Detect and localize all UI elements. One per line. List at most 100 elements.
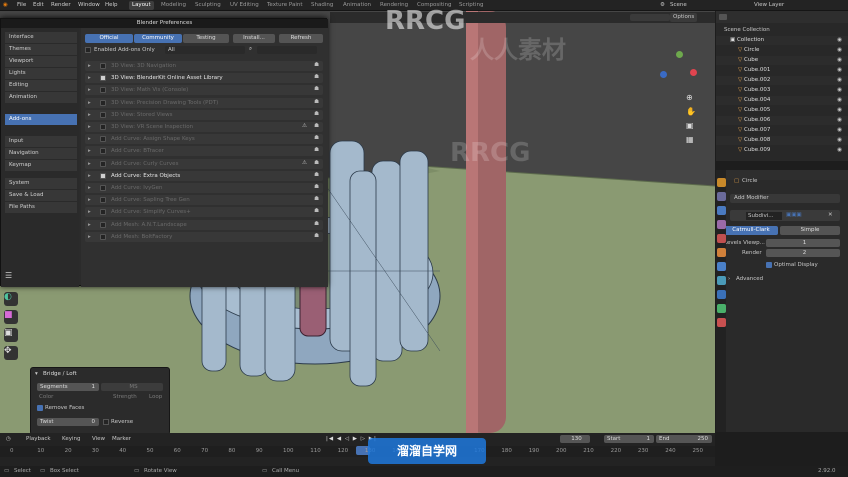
object-name[interactable]: Circle (742, 178, 757, 184)
addon-enable-checkbox[interactable] (100, 136, 106, 143)
end-frame-field[interactable]: End 250 (656, 435, 712, 443)
view-menu[interactable]: View (92, 436, 105, 442)
expand-triangle-icon[interactable]: ▸ (88, 222, 91, 228)
sidebar-item-file-paths[interactable]: File Paths (5, 202, 77, 213)
expand-triangle-icon[interactable]: ▸ (88, 100, 91, 106)
outliner-item[interactable]: ▽ Cube.004 ◉ (716, 96, 848, 105)
addon-enable-checkbox[interactable] (100, 209, 106, 216)
addon-enable-checkbox[interactable] (100, 111, 106, 118)
sidebar-item-addons[interactable]: Add-ons (5, 114, 77, 125)
visibility-icon[interactable]: ◉ (837, 146, 842, 155)
addon-enable-checkbox[interactable] (100, 124, 106, 130)
menu-render[interactable]: Render (51, 2, 71, 8)
output-tab-icon[interactable] (717, 206, 726, 215)
visibility-icon[interactable]: ◉ (837, 96, 842, 105)
scene-tab-icon[interactable] (717, 234, 726, 243)
outliner-item[interactable]: ▽ Cube.008 ◉ (716, 136, 848, 145)
tab-testing[interactable]: Testing (183, 34, 229, 43)
current-frame-field[interactable]: 130 (560, 435, 590, 443)
tab-shading[interactable]: Shading (308, 1, 336, 10)
menu-help[interactable]: Help (105, 2, 118, 8)
sidebar-item-system[interactable]: System (5, 178, 77, 189)
tab-official[interactable]: Official (85, 34, 133, 43)
category-filter[interactable]: All (165, 46, 245, 54)
outliner-item[interactable]: ▣ Collection ◉ (716, 36, 848, 45)
navigation-gizmo[interactable] (658, 51, 698, 91)
outliner-item[interactable]: ▽ Cube ◉ (716, 56, 848, 65)
addon-row[interactable]: ▸ Add Mesh: BoltFactory ☗ (85, 231, 323, 242)
modifier-toggle-icons[interactable]: ▣▣▣ (786, 212, 802, 218)
expand-triangle-icon[interactable]: ▸ (88, 75, 91, 81)
expand-triangle-icon[interactable]: ▸ (88, 124, 91, 130)
addon-row[interactable]: ▸ Add Curve: Curly Curves ⚠ ☗ (85, 158, 323, 169)
visibility-icon[interactable]: ◉ (837, 66, 842, 75)
visibility-icon[interactable]: ◉ (837, 86, 842, 95)
annotate-tool-icon[interactable]: ◐ (4, 292, 18, 306)
add-modifier-button[interactable]: Add Modifier (730, 194, 840, 203)
modifier-close-icon[interactable]: ✕ (828, 212, 833, 218)
sidebar-item-themes[interactable]: Themes (5, 44, 77, 55)
options-button[interactable]: Options (670, 13, 698, 22)
sidebar-item-lights[interactable]: Lights (5, 68, 77, 79)
outliner-item[interactable]: ▽ Cube.002 ◉ (716, 76, 848, 85)
expand-triangle-icon[interactable]: ▸ (88, 136, 91, 142)
addon-enable-checkbox[interactable] (100, 160, 106, 167)
timeline-editor-icon[interactable]: ◷ (6, 436, 11, 442)
menu-edit[interactable]: Edit (33, 2, 44, 8)
addon-row[interactable]: ▸ Add Curve: Sapling Tree Gen ☗ (85, 195, 323, 206)
search-icon[interactable]: ⌕ (249, 46, 252, 53)
blender-logo-icon[interactable]: ◉ (3, 2, 8, 8)
tab-uv-editing[interactable]: UV Editing (227, 1, 262, 10)
outliner-type-icon[interactable] (719, 14, 727, 20)
visibility-icon[interactable]: ◉ (837, 116, 842, 125)
addon-row[interactable]: ▸ 3D View: Precision Drawing Tools (PDT) ☗ (85, 97, 323, 108)
visibility-icon[interactable]: ◉ (837, 136, 842, 145)
visibility-icon[interactable]: ◉ (837, 36, 842, 45)
modifier-tab-icon[interactable] (717, 262, 726, 271)
addon-enable-checkbox[interactable] (100, 75, 106, 82)
grid-icon[interactable]: ▦ (686, 133, 696, 147)
playback-menu[interactable]: Playback (26, 436, 51, 442)
marker-menu[interactable]: Marker (112, 436, 131, 442)
expand-triangle-icon[interactable]: ▸ (88, 209, 91, 215)
addon-enable-checkbox[interactable] (100, 99, 106, 106)
menu-window[interactable]: Window (78, 2, 100, 8)
visibility-icon[interactable]: ◉ (837, 126, 842, 135)
addon-row[interactable]: ▸ Add Mesh: A.N.T.Landscape ☗ (85, 219, 323, 230)
object-tab-icon[interactable] (717, 248, 726, 257)
sidebar-item-keymap[interactable]: Keymap (5, 160, 77, 171)
sidebar-item-interface[interactable]: Interface (5, 32, 77, 43)
tool-tab-icon[interactable] (717, 178, 726, 187)
tab-texture-paint[interactable]: Texture Paint (264, 1, 306, 10)
addon-enable-checkbox[interactable] (100, 172, 106, 179)
addon-row[interactable]: ▸ Add Curve: IvyGen ☗ (85, 183, 323, 193)
simple-button[interactable]: Simple (780, 226, 840, 235)
outliner-item[interactable]: ▽ Cube.003 ◉ (716, 86, 848, 95)
outliner-item[interactable]: ▽ Cube.007 ◉ (716, 126, 848, 135)
addon-enable-checkbox[interactable] (100, 197, 106, 204)
expand-triangle-icon[interactable]: ▸ (88, 112, 91, 118)
segments-field[interactable]: Segments 1 (37, 383, 99, 391)
addon-enable-checkbox[interactable] (100, 63, 106, 69)
render-tab-icon[interactable] (717, 192, 726, 201)
reverse-checkbox[interactable] (103, 419, 109, 425)
addon-row[interactable]: ▸ Add Curve: Assign Shape Keys ☗ (85, 134, 323, 145)
optimal-display-checkbox[interactable] (766, 262, 772, 268)
hand-icon[interactable]: ✋ (686, 105, 696, 119)
sidebar-item-navigation[interactable]: Navigation (5, 148, 77, 159)
refresh-button[interactable]: Refresh (279, 34, 323, 43)
constraints-tab-icon[interactable] (717, 304, 726, 313)
modifier-name[interactable]: Subdivi... (746, 212, 782, 220)
tab-modeling[interactable]: Modeling (158, 1, 189, 10)
keying-menu[interactable]: Keying (62, 436, 80, 442)
expand-triangle-icon[interactable]: ▸ (88, 234, 91, 240)
sidebar-item-input[interactable]: Input (5, 136, 77, 147)
visibility-icon[interactable]: ◉ (837, 56, 842, 65)
expand-triangle-icon[interactable]: ▸ (88, 197, 91, 203)
addon-row[interactable]: ▸ Add Curve: Simplify Curves+ ☗ (85, 207, 323, 218)
zoom-icon[interactable]: ⊕ (686, 91, 696, 105)
addon-enable-checkbox[interactable] (100, 221, 106, 228)
twist-field[interactable]: Twist 0 (37, 418, 99, 426)
addon-enable-checkbox[interactable] (100, 233, 106, 240)
add-cube-tool-icon[interactable]: ▣ (4, 328, 18, 342)
